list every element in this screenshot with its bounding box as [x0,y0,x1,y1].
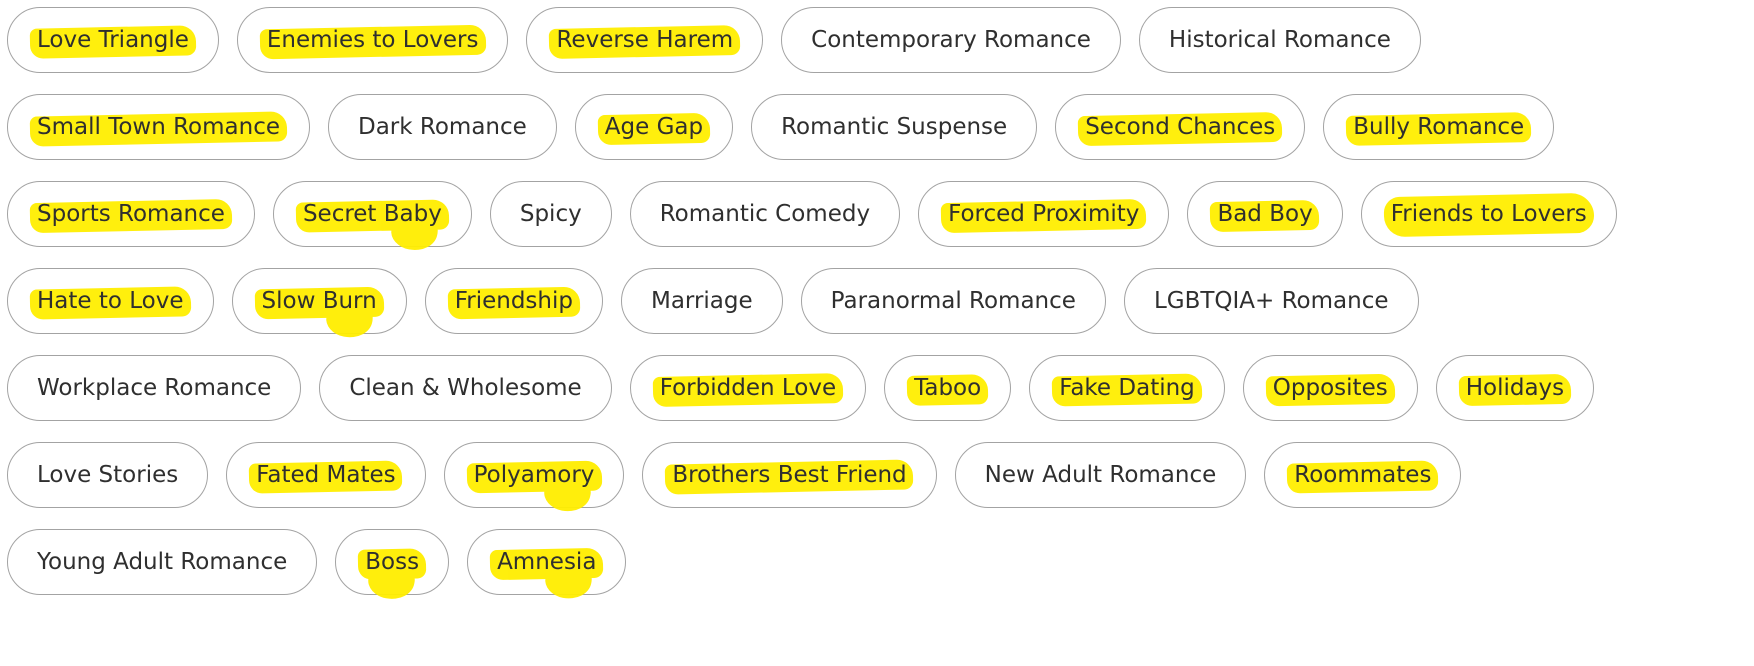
tag-chip-label: Friendship [454,288,573,314]
tag-chip-polyamory[interactable]: Polyamory [443,442,625,508]
tag-chip-contemporary-romance[interactable]: Contemporary Romance [781,7,1121,73]
tag-chip-label: Clean & Wholesome [349,375,582,401]
tag-chip-clean-wholesome[interactable]: Clean & Wholesome [319,355,612,421]
tag-chip-new-adult-romance[interactable]: New Adult Romance [954,442,1247,508]
tag-chip-label: Forbidden Love [659,375,837,401]
tag-chip-boss[interactable]: Boss [335,529,450,595]
tag-chip-bad-boy[interactable]: Bad Boy [1187,181,1343,247]
tag-chip-label: Dark Romance [358,114,527,140]
tag-chip-amnesia[interactable]: Amnesia [467,529,627,595]
tag-chip-taboo[interactable]: Taboo [884,355,1012,421]
tag-chip-label: Marriage [650,288,753,314]
tag-chip-label: Romantic Comedy [659,201,871,227]
tag-chip-romantic-comedy[interactable]: Romantic Comedy [629,181,901,247]
tag-row: Workplace Romance Clean & Wholesome Forbid… [7,355,1747,421]
tag-chip-label: Love Triangle [37,27,189,53]
tag-chip-age-gap[interactable]: Age Gap [574,94,734,160]
tag-chip-label: Romantic Suspense [781,114,1008,140]
tag-chip-label: Historical Romance [1168,27,1391,53]
tag-chip-label: Reverse Harem [556,27,734,53]
tag-row: Hate to Love Slow Burn Friendship Marriage P… [7,268,1747,334]
tag-chip-reverse-harem[interactable]: Reverse Harem [526,7,764,73]
tag-chip-young-adult-romance[interactable]: Young Adult Romance [7,529,318,595]
tag-chip-label: Bully Romance [1353,114,1525,140]
tag-chip-label: Slow Burn [261,288,377,314]
tag-chip-friends-to-lovers[interactable]: Friends to Lovers [1360,181,1617,247]
tag-chip-label: Holidays [1465,375,1565,401]
tag-chip-dark-romance[interactable]: Dark Romance [328,94,557,160]
tag-chip-label: Sports Romance [37,201,225,227]
tag-chip-label: Polyamory [473,462,595,488]
tag-chip-label: Bad Boy [1217,201,1313,227]
tag-chip-label: Forced Proximity [948,201,1140,227]
tag-row: Sports Romance Secret Baby Spicy Romantic C… [7,181,1747,247]
tag-chip-marriage[interactable]: Marriage [620,268,783,334]
tag-chip-label: Boss [365,549,420,575]
tag-chip-label: Hate to Love [37,288,184,314]
tag-chip-label: Taboo [914,375,982,401]
tag-chip-label: Opposites [1272,375,1388,401]
tag-chip-second-chances[interactable]: Second Chances [1055,94,1306,160]
tag-chip-bully-romance[interactable]: Bully Romance [1323,94,1555,160]
tag-chip-label: Brothers Best Friend [672,462,907,488]
tag-chip-label: Enemies to Lovers [266,27,479,53]
tag-chip-label: LGBTQIA+ Romance [1153,288,1389,314]
tag-chip-romantic-suspense[interactable]: Romantic Suspense [751,94,1038,160]
tag-chip-fake-dating[interactable]: Fake Dating [1029,355,1225,421]
tag-chip-label: Love Stories [37,462,179,488]
tag-chip-label: Small Town Romance [37,114,280,140]
tag-chip-opposites[interactable]: Opposites [1242,355,1418,421]
tag-chip-label: Fake Dating [1059,375,1195,401]
tag-chip-label: Roommates [1294,462,1432,488]
tag-chip-enemies-to-lovers[interactable]: Enemies to Lovers [236,7,509,73]
tag-chip-sports-romance[interactable]: Sports Romance [7,181,255,247]
tag-chip-fated-mates[interactable]: Fated Mates [226,442,426,508]
tag-chip-forced-proximity[interactable]: Forced Proximity [918,181,1170,247]
tag-row: Young Adult Romance Boss Amnesia [7,529,1747,595]
tag-chip-label: Workplace Romance [37,375,272,401]
tag-chip-brothers-best-friend[interactable]: Brothers Best Friend [642,442,937,508]
tag-chip-love-triangle[interactable]: Love Triangle [7,7,219,73]
tag-chip-slow-burn[interactable]: Slow Burn [231,268,407,334]
tag-chip-label: Contemporary Romance [811,27,1091,53]
tag-chip-label: Paranormal Romance [830,288,1076,314]
tag-chip-spicy[interactable]: Spicy [489,181,612,247]
tag-chip-holidays[interactable]: Holidays [1435,355,1595,421]
tag-chip-lgbtqia-romance[interactable]: LGBTQIA+ Romance [1123,268,1419,334]
tag-chip-historical-romance[interactable]: Historical Romance [1138,7,1421,73]
tag-chip-label: Secret Baby [302,201,442,227]
tag-row: Love Triangle Enemies to Lovers Reverse Ha… [7,7,1747,73]
tag-chip-roommates[interactable]: Roommates [1264,442,1462,508]
tag-chip-friendship[interactable]: Friendship [424,268,603,334]
tag-chip-label: New Adult Romance [984,462,1217,488]
genre-tag-list: Love Triangle Enemies to Lovers Reverse Ha… [7,7,1747,616]
tag-row: Love Stories Fated Mates Polyamory Brothers… [7,442,1747,508]
tag-chip-label: Age Gap [604,114,704,140]
tag-chip-secret-baby[interactable]: Secret Baby [272,181,472,247]
tag-chip-label: Amnesia [497,549,597,575]
tag-chip-label: Second Chances [1085,114,1276,140]
tag-chip-label: Friends to Lovers [1390,201,1587,227]
tag-chip-label: Young Adult Romance [37,549,288,575]
tag-chip-label: Fated Mates [256,462,396,488]
tag-chip-workplace-romance[interactable]: Workplace Romance [7,355,302,421]
tag-row: Small Town Romance Dark Romance Age Gap Rom… [7,94,1747,160]
tag-chip-love-stories[interactable]: Love Stories [7,442,209,508]
tag-chip-paranormal-romance[interactable]: Paranormal Romance [800,268,1106,334]
tag-chip-label: Spicy [519,201,582,227]
tag-chip-small-town-romance[interactable]: Small Town Romance [7,94,310,160]
tag-chip-forbidden-love[interactable]: Forbidden Love [629,355,867,421]
tag-chip-hate-to-love[interactable]: Hate to Love [7,268,214,334]
